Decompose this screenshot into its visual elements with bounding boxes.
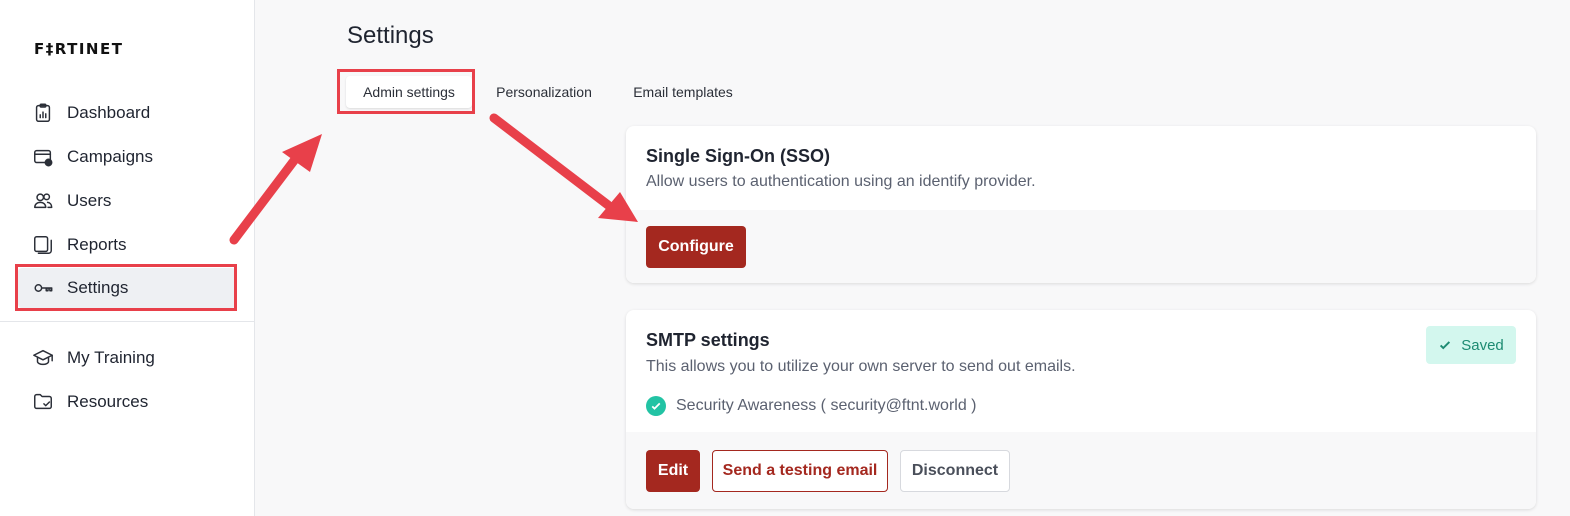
sso-title: Single Sign-On (SSO) — [646, 146, 830, 166]
sso-description: Allow users to authentication using an i… — [646, 173, 1036, 190]
sidebar-item-label: Campaigns — [67, 147, 153, 166]
sidebar-divider — [0, 321, 254, 322]
edit-button[interactable]: Edit — [646, 450, 700, 492]
fortinet-logo[interactable]: F‡RTINET — [34, 40, 123, 58]
sidebar-item-users[interactable]: Users — [18, 181, 236, 221]
admin-settings-highlight-box — [337, 69, 475, 114]
sidebar-item-reports[interactable]: Reports — [18, 225, 236, 265]
campaigns-icon — [32, 146, 54, 168]
check-circle-icon — [646, 396, 666, 416]
sidebar-item-label: Dashboard — [67, 103, 151, 122]
folder-icon — [32, 391, 54, 413]
tab-personalization[interactable]: Personalization — [480, 76, 608, 108]
check-icon — [1440, 341, 1451, 350]
graduation-cap-icon — [32, 347, 54, 369]
dashboard-icon — [32, 102, 54, 124]
arrow-to-configure — [489, 113, 638, 222]
sso-card-footer: Configure — [626, 210, 1536, 283]
sidebar-item-campaigns[interactable]: Campaigns — [18, 137, 236, 177]
smtp-title: SMTP settings — [646, 330, 770, 350]
users-icon — [32, 190, 54, 212]
sidebar-item-label: Resources — [67, 392, 149, 411]
disconnect-button[interactable]: Disconnect — [900, 450, 1010, 492]
sidebar-item-label: Reports — [67, 235, 127, 254]
smtp-server-label: Security Awareness ( security@ftnt.world… — [676, 397, 977, 414]
smtp-card: SMTP settings This allows you to utilize… — [626, 310, 1536, 509]
sso-card: Single Sign-On (SSO) Allow users to auth… — [626, 126, 1536, 283]
smtp-card-footer: Edit Send a testing email Disconnect — [626, 432, 1536, 509]
smtp-server: Security Awareness ( security@ftnt.world… — [646, 396, 977, 416]
status-badge: Saved — [1426, 326, 1516, 364]
sidebar-item-resources[interactable]: Resources — [18, 382, 236, 422]
status-badge-label: Saved — [1461, 336, 1504, 354]
sidebar-item-label: My Training — [67, 348, 155, 367]
settings-highlight-box — [15, 264, 237, 311]
page-title: Settings — [347, 22, 434, 49]
reports-icon — [32, 234, 54, 256]
smtp-description: This allows you to utilize your own serv… — [646, 358, 1076, 375]
send-testing-email-button[interactable]: Send a testing email — [712, 450, 888, 492]
configure-button[interactable]: Configure — [646, 226, 746, 268]
sidebar-item-dashboard[interactable]: Dashboard — [18, 93, 236, 133]
sidebar-item-my-training[interactable]: My Training — [18, 338, 236, 378]
tab-email-templates[interactable]: Email templates — [617, 76, 749, 108]
sidebar: F‡RTINET Dashboard Campaigns Users Repor… — [0, 0, 255, 516]
sidebar-item-label: Users — [67, 191, 112, 210]
